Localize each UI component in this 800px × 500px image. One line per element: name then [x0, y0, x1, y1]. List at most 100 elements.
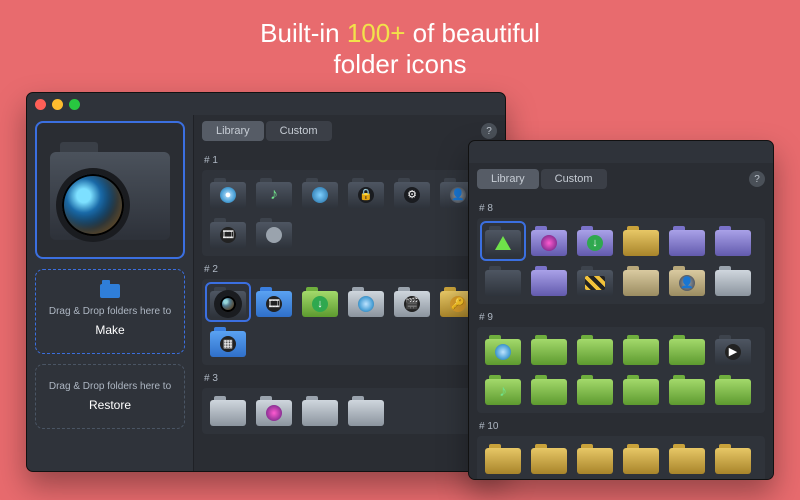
headline-post: of beautiful	[405, 18, 539, 48]
folder-icon-item[interactable]	[575, 373, 615, 407]
folder-icon-item[interactable]	[713, 264, 753, 298]
disc-icon	[358, 296, 374, 312]
restore-dropzone[interactable]: Drag & Drop folders here to Restore	[35, 364, 185, 429]
folder-icon-item[interactable]: 👤	[667, 264, 707, 298]
sidebar: Drag & Drop folders here to Make Drag & …	[27, 115, 193, 471]
tab-custom[interactable]: Custom	[541, 169, 607, 189]
folder-icon-item[interactable]: ▦	[208, 325, 248, 359]
help-icon[interactable]: ?	[749, 171, 765, 187]
folder-icon-item[interactable]: ▶	[713, 333, 753, 367]
gear-icon: ⚙	[404, 187, 420, 203]
disc-icon	[495, 344, 511, 360]
icon-section: # 8 ↓ 👤	[477, 199, 765, 304]
titlebar	[469, 141, 773, 163]
titlebar	[27, 93, 505, 115]
folder-icon-item[interactable]	[621, 373, 661, 407]
folder-icon-item[interactable]	[300, 394, 340, 428]
icon-section: # 10	[477, 417, 765, 479]
folder-icon-item[interactable]: ↓	[575, 224, 615, 258]
folder-icon-item[interactable]	[667, 373, 707, 407]
folder-icon-item[interactable]	[483, 333, 523, 367]
folder-icon-item[interactable]: 🎞	[208, 216, 248, 250]
app-window-primary: Drag & Drop folders here to Make Drag & …	[26, 92, 506, 472]
folder-icon-item[interactable]	[483, 224, 523, 258]
note-icon: ♪	[495, 384, 511, 400]
zoom-icon[interactable]	[69, 99, 80, 110]
folder-icon-item[interactable]	[575, 333, 615, 367]
folder-icon-item[interactable]: 🎬	[392, 285, 432, 319]
headline-line2: folder icons	[334, 49, 467, 79]
scan-icon	[266, 227, 282, 243]
section-header: # 3	[202, 369, 497, 388]
folder-icon-item[interactable]	[483, 442, 523, 476]
film-icon: ▦	[220, 336, 236, 352]
tab-library[interactable]: Library	[202, 121, 264, 141]
folder-icon-item[interactable]	[208, 394, 248, 428]
icon-scroll[interactable]: # 8↓👤# 9▶♪# 10	[469, 195, 773, 479]
folder-icon-item[interactable]	[208, 285, 248, 319]
folder-icon-item[interactable]	[346, 285, 386, 319]
folder-icon-item[interactable]	[667, 442, 707, 476]
section-header: # 8	[477, 199, 765, 218]
minimize-icon[interactable]	[52, 99, 63, 110]
tab-custom[interactable]: Custom	[266, 121, 332, 141]
folder-icon-item[interactable]	[575, 442, 615, 476]
folder-icon-item[interactable]	[300, 176, 340, 210]
section-header: # 10	[477, 417, 765, 436]
folder-icon-item[interactable]	[621, 264, 661, 298]
folder-icon-item[interactable]	[575, 264, 615, 298]
section-header: # 2	[202, 260, 497, 279]
folder-icon-item[interactable]	[254, 216, 294, 250]
folder-icon-item[interactable]: ♪	[254, 176, 294, 210]
folder-icon-item[interactable]	[254, 394, 294, 428]
film-icon: 🎬	[404, 296, 420, 312]
lens-icon	[220, 296, 236, 312]
headline-pre: Built-in	[260, 18, 347, 48]
app-window-secondary: Library Custom ? # 8↓👤# 9▶♪# 10	[468, 140, 774, 480]
disc-icon: ●	[220, 187, 236, 203]
tri-icon	[495, 236, 511, 250]
folder-icon-item[interactable]	[529, 224, 569, 258]
drop-restore-label: Restore	[42, 396, 178, 414]
make-dropzone[interactable]: Drag & Drop folders here to Make	[35, 269, 185, 354]
folder-icon-item[interactable]: 🔒	[346, 176, 386, 210]
icon-preview[interactable]	[35, 121, 185, 259]
tab-library[interactable]: Library	[477, 169, 539, 189]
folder-icon-item[interactable]	[529, 373, 569, 407]
folder-icon-item[interactable]	[667, 333, 707, 367]
folder-icon-item[interactable]	[529, 442, 569, 476]
folder-icon-item[interactable]: ↓	[300, 285, 340, 319]
drop-lead: Drag & Drop folders here to	[49, 306, 171, 317]
folder-icon-item[interactable]	[713, 442, 753, 476]
folder-icon-item[interactable]	[346, 394, 386, 428]
folder-icon	[100, 284, 120, 298]
folder-icon-item[interactable]	[667, 224, 707, 258]
library-panel: Library Custom ? # 1●♪🔒⚙👤🎞# 2🎞↓🎬🔑▦# 3	[193, 115, 505, 471]
folder-icon-item[interactable]: ♪	[483, 373, 523, 407]
folder-icon-item[interactable]	[529, 264, 569, 298]
headline-accent: 100+	[347, 18, 406, 48]
folder-icon-item[interactable]	[621, 333, 661, 367]
folder-icon-item[interactable]: ⚙	[392, 176, 432, 210]
folder-icon-item[interactable]	[621, 442, 661, 476]
note-icon: ♪	[266, 187, 282, 203]
icon-grid	[477, 436, 765, 479]
film-icon: 🎞	[220, 227, 236, 243]
section-header: # 1	[202, 151, 497, 170]
film-icon: 🎞	[266, 296, 282, 312]
icon-section: # 1●♪🔒⚙👤🎞	[202, 151, 497, 256]
icon-scroll[interactable]: # 1●♪🔒⚙👤🎞# 2🎞↓🎬🔑▦# 3	[194, 147, 505, 471]
tab-bar: Library Custom ?	[469, 163, 773, 195]
folder-icon-item[interactable]	[483, 264, 523, 298]
folder-icon-item[interactable]: ●	[208, 176, 248, 210]
folder-icon-item[interactable]	[713, 224, 753, 258]
folder-icon-item[interactable]: 🎞	[254, 285, 294, 319]
folder-icon-item[interactable]	[529, 333, 569, 367]
tab-bar: Library Custom ?	[194, 115, 505, 147]
globe-icon	[312, 187, 328, 203]
close-icon[interactable]	[35, 99, 46, 110]
help-icon[interactable]: ?	[481, 123, 497, 139]
icon-section: # 3	[202, 369, 497, 434]
folder-icon-item[interactable]	[713, 373, 753, 407]
folder-icon-item[interactable]	[621, 224, 661, 258]
